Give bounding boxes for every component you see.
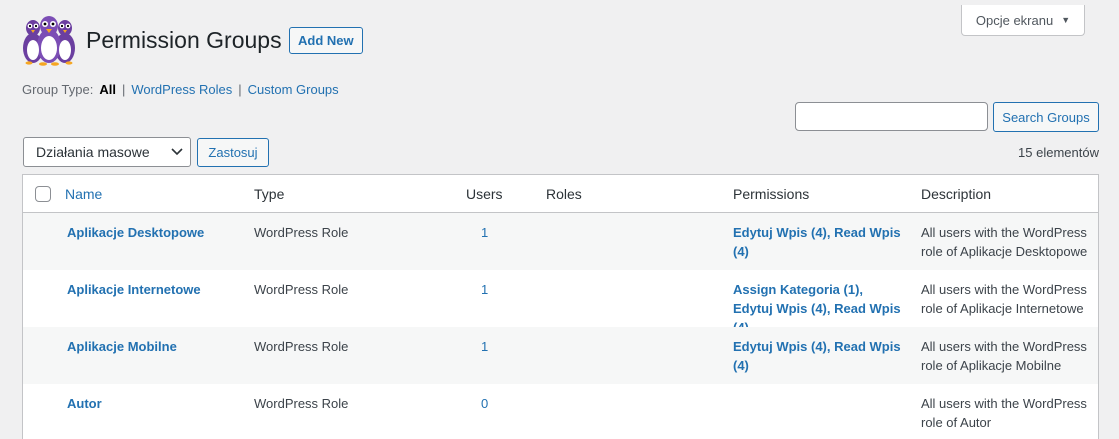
bulk-actions-selected: Działania masowe (36, 144, 150, 160)
filter-separator: | (121, 82, 126, 97)
column-header-permissions: Permissions (733, 186, 810, 202)
group-description: All users with the WordPress role of Aut… (921, 396, 1087, 430)
search-input[interactable] (795, 102, 988, 131)
table-row: Aplikacje Desktopowe WordPress Role 1 Ed… (23, 213, 1098, 270)
add-new-button[interactable]: Add New (289, 27, 363, 54)
group-users-link[interactable]: 1 (481, 280, 488, 299)
table-row: Autor WordPress Role 0 All users with th… (23, 384, 1098, 439)
penguins-logo-icon (23, 16, 75, 66)
column-header-type: Type (254, 186, 285, 202)
group-name-link[interactable]: Autor (67, 394, 102, 413)
group-description: All users with the WordPress role of Apl… (921, 339, 1087, 373)
group-type: WordPress Role (254, 339, 349, 354)
items-count: 15 elementów (1018, 145, 1099, 160)
group-users-link[interactable]: 1 (481, 223, 488, 242)
groups-table: Name Type Users Roles Permissions Descri… (22, 174, 1099, 439)
group-type: WordPress Role (254, 282, 349, 297)
group-type-filter: Group Type: All | WordPress Roles | Cust… (22, 82, 339, 97)
group-users-link[interactable]: 0 (481, 394, 488, 413)
apply-button[interactable]: Zastosuj (197, 138, 269, 167)
group-type: WordPress Role (254, 396, 349, 411)
group-permissions-link[interactable]: Edytuj Wpis (4), Read Wpis (4) (733, 337, 905, 375)
search-groups-button[interactable]: Search Groups (993, 102, 1099, 132)
bulk-actions-select[interactable]: Działania masowe (23, 137, 191, 167)
group-name-link[interactable]: Aplikacje Internetowe (67, 280, 201, 299)
table-row: Aplikacje Mobilne WordPress Role 1 Edytu… (23, 327, 1098, 384)
filter-separator: | (238, 82, 242, 97)
group-type: WordPress Role (254, 225, 349, 240)
group-permissions-link[interactable]: Edytuj Wpis (4), Read Wpis (4) (733, 223, 905, 261)
filter-label: Group Type: (22, 82, 94, 97)
column-header-name[interactable]: Name (65, 186, 102, 202)
group-name-link[interactable]: Aplikacje Desktopowe (67, 223, 204, 242)
screen-options-label: Opcje ekranu (975, 12, 1054, 28)
group-description: All users with the WordPress role of Apl… (921, 282, 1087, 316)
table-row: Aplikacje Internetowe WordPress Role 1 A… (23, 270, 1098, 335)
chevron-down-icon (171, 148, 183, 156)
filter-wordpress-roles[interactable]: WordPress Roles (131, 82, 232, 97)
table-header: Name Type Users Roles Permissions Descri… (23, 175, 1098, 213)
caret-down-icon: ▼ (1061, 15, 1071, 25)
group-users-link[interactable]: 1 (481, 337, 488, 356)
filter-all[interactable]: All (99, 82, 116, 97)
column-header-users: Users (466, 186, 503, 202)
filter-custom-groups[interactable]: Custom Groups (248, 82, 339, 97)
group-name-link[interactable]: Aplikacje Mobilne (67, 337, 177, 356)
column-header-roles: Roles (546, 186, 582, 202)
select-all-checkbox[interactable] (35, 186, 51, 202)
screen-options-toggle[interactable]: Opcje ekranu ▼ (961, 5, 1085, 36)
column-header-description: Description (921, 186, 992, 202)
page-title: Permission Groups (86, 27, 282, 53)
group-description: All users with the WordPress role of Apl… (921, 225, 1088, 259)
